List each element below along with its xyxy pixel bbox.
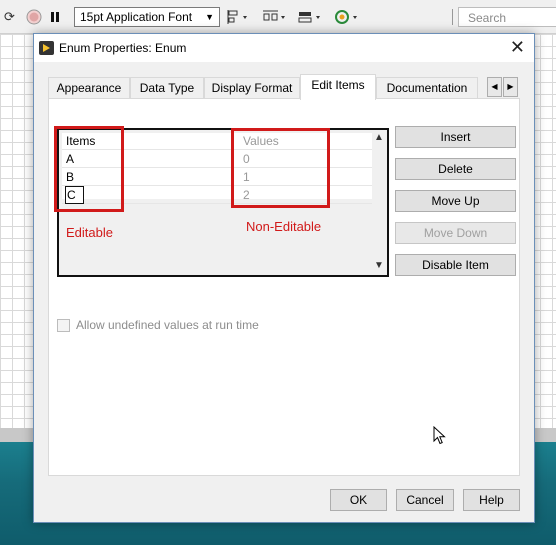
tab-label: Documentation bbox=[386, 81, 468, 95]
tab-label: Appearance bbox=[56, 81, 122, 95]
scroll-up-icon[interactable]: ▲ bbox=[374, 132, 384, 143]
tab-label: Data Type bbox=[139, 81, 195, 95]
allow-undefined-label: Allow undefined values at run time bbox=[76, 318, 259, 332]
tab-documentation[interactable]: Documentation bbox=[376, 77, 478, 99]
distribute-objects-icon[interactable] bbox=[262, 9, 288, 25]
chevron-down-icon: ▼ bbox=[205, 12, 214, 22]
toolbar-separator bbox=[452, 9, 453, 25]
labview-app-icon bbox=[39, 41, 54, 55]
enum-properties-dialog: Enum Properties: Enum ✕ Appearance Data … bbox=[33, 33, 535, 523]
tab-scroll-right-icon[interactable]: ▶ bbox=[503, 77, 518, 97]
list-scrollbar[interactable]: ▲ ▼ bbox=[372, 130, 387, 275]
font-select[interactable]: 15pt Application Font ▼ bbox=[74, 7, 220, 27]
labview-toolbar: ⟳ 15pt Application Font ▼ Search bbox=[0, 0, 556, 34]
dialog-title: Enum Properties: Enum bbox=[59, 41, 187, 55]
ok-button[interactable]: OK bbox=[330, 489, 387, 511]
pause-icon[interactable] bbox=[49, 9, 61, 25]
font-select-value: 15pt Application Font bbox=[80, 10, 193, 24]
dialog-titlebar[interactable]: Enum Properties: Enum ✕ bbox=[34, 34, 534, 62]
edit-items-panel: Items Values A 0 B 1 C 2 ▲ ▼ Editable No… bbox=[48, 98, 520, 476]
editable-annotation: Editable bbox=[66, 225, 113, 240]
allow-undefined-checkbox[interactable] bbox=[57, 319, 70, 332]
move-up-button[interactable]: Move Up bbox=[395, 190, 516, 212]
delete-button[interactable]: Delete bbox=[395, 158, 516, 180]
tab-data-type[interactable]: Data Type bbox=[130, 77, 204, 99]
align-objects-icon[interactable] bbox=[227, 9, 251, 25]
move-down-button[interactable]: Move Down bbox=[395, 222, 516, 244]
property-tabs: Appearance Data Type Display Format Edit… bbox=[48, 74, 520, 100]
close-icon[interactable]: ✕ bbox=[510, 37, 525, 57]
resize-objects-icon[interactable] bbox=[297, 9, 323, 25]
non-editable-annotation: Non-Editable bbox=[246, 219, 322, 234]
tab-edit-items[interactable]: Edit Items bbox=[300, 74, 376, 100]
reorder-icon[interactable] bbox=[334, 9, 360, 25]
search-placeholder: Search bbox=[468, 11, 507, 25]
scroll-down-icon[interactable]: ▼ bbox=[374, 260, 384, 271]
tab-appearance[interactable]: Appearance bbox=[48, 77, 130, 99]
insert-button[interactable]: Insert bbox=[395, 126, 516, 148]
cancel-button[interactable]: Cancel bbox=[396, 489, 454, 511]
mouse-cursor-icon bbox=[433, 425, 447, 449]
run-continuously-icon[interactable]: ⟳ bbox=[4, 9, 15, 25]
tab-scroll-left-icon[interactable]: ◀ bbox=[487, 77, 502, 97]
search-input[interactable]: Search bbox=[458, 7, 556, 27]
editable-highlight-box bbox=[54, 126, 124, 212]
tab-label: Edit Items bbox=[311, 78, 365, 92]
disable-item-button[interactable]: Disable Item bbox=[395, 254, 516, 276]
non-editable-highlight-box bbox=[231, 128, 330, 208]
abort-icon[interactable] bbox=[26, 9, 42, 25]
tab-display-format[interactable]: Display Format bbox=[204, 77, 300, 99]
help-button[interactable]: Help bbox=[463, 489, 520, 511]
tab-label: Display Format bbox=[211, 81, 293, 95]
